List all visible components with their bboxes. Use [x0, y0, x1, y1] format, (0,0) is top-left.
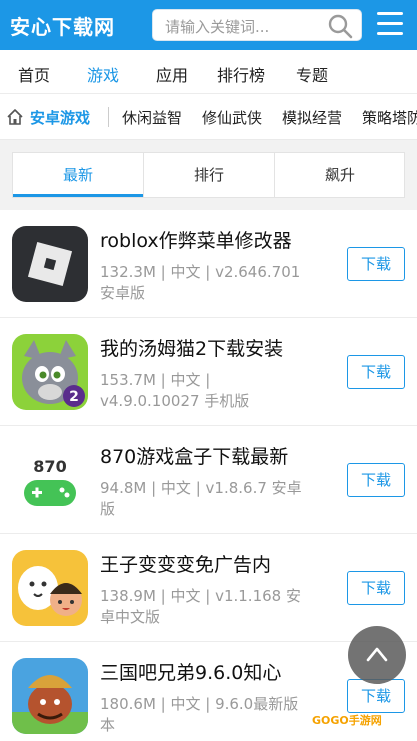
app-meta: 153.7M | 中文 | v4.9.0.10027 手机版 — [100, 371, 250, 410]
app-meta: 132.3M | 中文 | v2.646.701 安卓版 — [100, 263, 301, 302]
search-box[interactable]: 请输入关键词... — [152, 9, 362, 41]
nav-home[interactable]: 首页 — [18, 62, 50, 86]
talking-tom-icon[interactable]: 2 — [12, 334, 88, 410]
watermark-brand: GOGO手游网 — [312, 714, 382, 727]
category-divider — [108, 107, 109, 127]
list-item[interactable]: roblox作弊菜单修改器 132.3M | 中文 | v2.646.701 安… — [0, 210, 417, 318]
chevron-up-icon — [366, 647, 388, 662]
menu-icon[interactable] — [377, 12, 403, 36]
svg-text:870: 870 — [33, 457, 66, 476]
list-item[interactable]: 王子变变变免广告内 138.9M | 中文 | v1.1.168 安卓中文版 下… — [0, 534, 417, 642]
app-title[interactable]: 王子变变变免广告内 — [100, 550, 271, 577]
app-meta: 138.9M | 中文 | v1.1.168 安卓中文版 — [100, 587, 301, 626]
list-item[interactable]: 870 870游戏盒子下载最新 94.8M | 中文 | v1.8.6.7 安卓… — [0, 426, 417, 534]
back-to-top-button[interactable] — [348, 626, 406, 684]
search-icon[interactable] — [327, 13, 353, 39]
app-title[interactable]: 我的汤姆猫2下载安装 — [100, 334, 283, 361]
roblox-icon[interactable] — [12, 226, 88, 302]
nav-topics[interactable]: 专题 — [296, 62, 328, 86]
sort-tabs: 最新 排行 飙升 — [12, 152, 405, 198]
list-item[interactable]: 2 我的汤姆猫2下载安装 153.7M | 中文 | v4.9.0.10027 … — [0, 318, 417, 426]
app-title[interactable]: 870游戏盒子下载最新 — [100, 442, 288, 469]
category-current[interactable]: 安卓游戏 — [30, 107, 90, 128]
download-button[interactable]: 下载 — [347, 355, 405, 389]
three-kingdoms-icon[interactable] — [12, 658, 88, 734]
app-title[interactable]: 三国吧兄弟9.6.0知心 — [100, 658, 281, 685]
gamepad-box-icon[interactable]: 870 — [12, 442, 88, 518]
category-item[interactable]: 修仙武侠 — [202, 107, 262, 128]
download-button[interactable]: 下载 — [347, 679, 405, 713]
category-item[interactable]: 策略塔防 — [362, 107, 417, 128]
nav-games[interactable]: 游戏 — [87, 62, 119, 86]
category-nav: 安卓游戏 休闲益智 修仙武侠 模拟经营 策略塔防 — [0, 94, 417, 140]
tab-ranking[interactable]: 排行 — [144, 153, 274, 197]
search-input[interactable]: 请输入关键词... — [165, 16, 269, 37]
home-icon[interactable] — [6, 108, 24, 126]
download-button[interactable]: 下载 — [347, 463, 405, 497]
app-meta: 94.8M | 中文 | v1.8.6.7 安卓版 — [100, 479, 302, 518]
tab-rising[interactable]: 飙升 — [275, 153, 405, 197]
category-item[interactable]: 模拟经营 — [282, 107, 342, 128]
app-meta: 180.6M | 中文 | 9.6.0最新版本 — [100, 695, 299, 734]
tab-active-indicator — [13, 194, 143, 197]
download-button[interactable]: 下载 — [347, 247, 405, 281]
tab-latest[interactable]: 最新 — [13, 153, 143, 197]
top-header: 安心下载网 请输入关键词... — [0, 0, 417, 50]
site-logo[interactable]: 安心下载网 — [10, 11, 115, 40]
download-button[interactable]: 下载 — [347, 571, 405, 605]
watermark-logo: GOGO手游网 — [312, 712, 417, 734]
app-title[interactable]: roblox作弊菜单修改器 — [100, 226, 292, 253]
category-item[interactable]: 休闲益智 — [122, 107, 182, 128]
nav-rankings[interactable]: 排行榜 — [217, 62, 265, 86]
nav-apps[interactable]: 应用 — [156, 62, 188, 86]
svg-text:2: 2 — [69, 389, 79, 405]
prince-game-icon[interactable] — [12, 550, 88, 626]
main-nav: 首页 游戏 应用 排行榜 专题 — [0, 50, 417, 94]
